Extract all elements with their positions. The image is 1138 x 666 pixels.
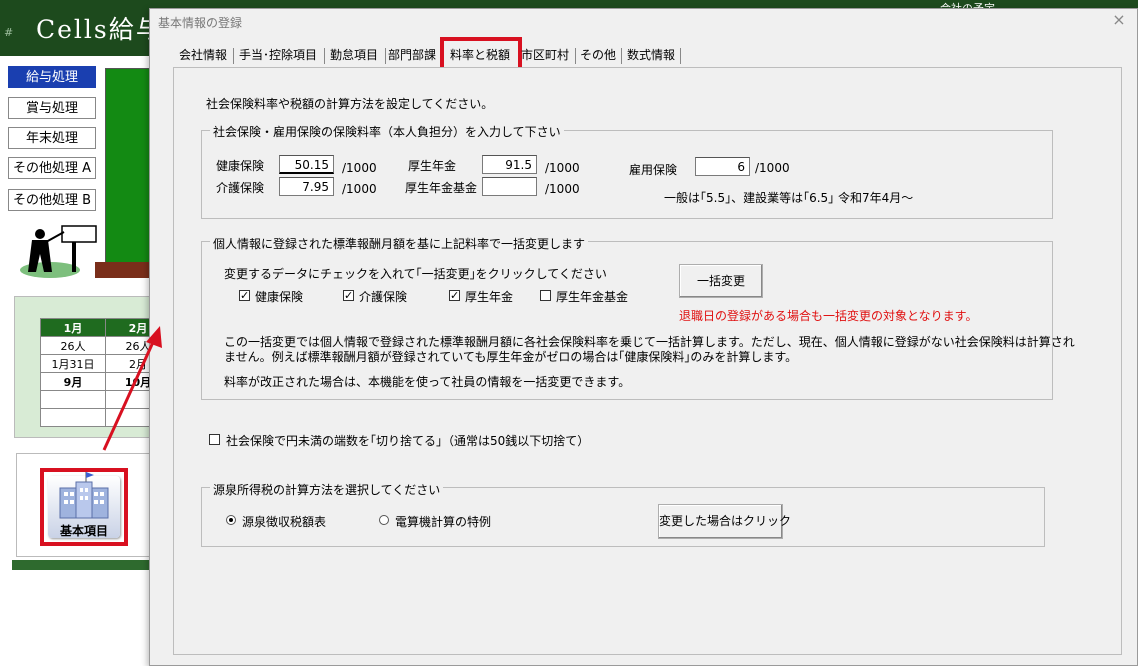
health-insurance-rate-input[interactable]: 50.15 xyxy=(279,155,334,174)
app-title: Cells給与 xyxy=(36,15,163,44)
tab-separator xyxy=(621,48,622,64)
pension-fund-checkbox[interactable] xyxy=(540,290,551,301)
tab-rates-taxes[interactable]: 料率と税額 xyxy=(446,44,514,66)
green-footer-strip xyxy=(12,560,154,570)
rounding-label: 社会保険で円未満の端数を｢切り捨てる｣（通常は50銭以下切捨て） xyxy=(226,434,590,448)
nav-bonus-button[interactable]: 賞与処理 xyxy=(8,97,96,119)
nav-salary-button[interactable]: 給与処理 xyxy=(8,66,96,88)
tax-table-radio-label: 源泉徴収税額表 xyxy=(242,515,327,529)
employment-insurance-unit: /1000 xyxy=(755,161,790,175)
care-insurance-unit: /1000 xyxy=(342,182,377,196)
pension-fund-label: 厚生年金基金 xyxy=(405,181,478,195)
tab-attendance[interactable]: 勤怠項目 xyxy=(327,44,381,66)
bulk-change-group-label: 個人情報に登録された標準報酬月額を基に上記料率で一括変更します xyxy=(210,235,589,252)
computer-calc-radio[interactable] xyxy=(379,515,389,525)
care-insurance-label: 介護保険 xyxy=(216,181,265,195)
tab-company-info[interactable]: 会社情報 xyxy=(176,44,230,66)
tab-formula-info[interactable]: 数式情報 xyxy=(624,44,678,66)
green-board-panel xyxy=(105,68,153,273)
tab-separator xyxy=(385,48,386,64)
presenter-illustration-icon xyxy=(20,225,97,278)
pension-fund-check-label: 厚生年金基金 xyxy=(556,290,629,304)
withholding-tax-group-label: 源泉所得税の計算方法を選択してください xyxy=(210,481,444,498)
health-insurance-checkbox[interactable]: ✓ xyxy=(239,290,250,301)
nav-other-a-button[interactable]: その他処理 A xyxy=(8,157,96,179)
nav-other-b-button[interactable]: その他処理 B xyxy=(8,189,96,211)
tab-department[interactable]: 部門部課 xyxy=(388,44,438,66)
health-insurance-unit: /1000 xyxy=(342,161,377,175)
basic-items-label: 基本項目 xyxy=(59,524,108,538)
tab-allowance-deduction[interactable]: 手当･控除項目 xyxy=(236,44,320,66)
close-icon[interactable]: × xyxy=(1111,10,1127,29)
bulk-desc-line2: ません。例えば標準報酬月額が登録されていても厚生年金がゼロの場合は｢健康保険料｣… xyxy=(224,350,798,364)
care-insurance-checkbox[interactable]: ✓ xyxy=(343,290,354,301)
employment-insurance-label: 雇用保険 xyxy=(629,163,678,177)
pension-unit: /1000 xyxy=(545,161,580,175)
health-insurance-label: 健康保険 xyxy=(216,159,265,173)
apply-change-button[interactable]: 変更した場合はクリック xyxy=(658,504,791,539)
bulk-change-button[interactable]: 一括変更 xyxy=(679,264,763,298)
employment-insurance-rate-input[interactable]: 6 xyxy=(695,157,750,176)
dialog-title: 基本情報の登録 xyxy=(158,16,243,30)
care-insurance-rate-input[interactable]: 7.95 xyxy=(279,177,334,196)
bulk-desc-line3: 料率が改正された場合は、本機能を使って社員の情報を一括変更できます。 xyxy=(224,375,631,389)
nav-yearend-button[interactable]: 年末処理 xyxy=(8,127,96,149)
tab-separator xyxy=(324,48,325,64)
tax-table-radio[interactable] xyxy=(226,515,236,525)
insurance-rate-group-label: 社会保険・雇用保険の保険料率（本人負担分）を入力して下さい xyxy=(210,123,564,140)
pension-label: 厚生年金 xyxy=(408,159,457,173)
tab-municipality[interactable]: 市区町村 xyxy=(518,44,572,66)
employment-rate-note: 一般は｢5.5｣、建設業等は｢6.5｣ 令和7年4月～ xyxy=(664,191,914,205)
bulk-change-instruction: 変更するデータにチェックを入れて｢一括変更｣をクリックしてください xyxy=(224,267,607,281)
app-hash-mark: # xyxy=(4,26,14,39)
pension-fund-unit: /1000 xyxy=(545,182,580,196)
pension-checkbox[interactable]: ✓ xyxy=(449,290,460,301)
rounding-checkbox[interactable] xyxy=(209,434,220,445)
pension-rate-input[interactable]: 91.5 xyxy=(482,155,537,174)
tab-separator xyxy=(575,48,576,64)
retired-warning-text: 退職日の登録がある場合も一括変更の対象となります。 xyxy=(679,309,978,323)
tab-separator xyxy=(233,48,234,64)
annotation-arrow-icon xyxy=(102,326,162,451)
intro-text: 社会保険料率や税額の計算方法を設定してください。 xyxy=(206,97,494,111)
health-insurance-check-label: 健康保険 xyxy=(255,290,304,304)
computer-calc-radio-label: 電算機計算の特例 xyxy=(395,515,492,529)
pension-check-label: 厚生年金 xyxy=(465,290,514,304)
tab-separator xyxy=(680,48,681,64)
care-insurance-check-label: 介護保険 xyxy=(359,290,408,304)
tab-other[interactable]: その他 xyxy=(578,44,618,66)
insurance-rate-group xyxy=(201,130,1053,219)
pension-fund-rate-input[interactable] xyxy=(482,177,537,196)
building-icon xyxy=(59,472,109,519)
desk-bar xyxy=(95,262,155,278)
